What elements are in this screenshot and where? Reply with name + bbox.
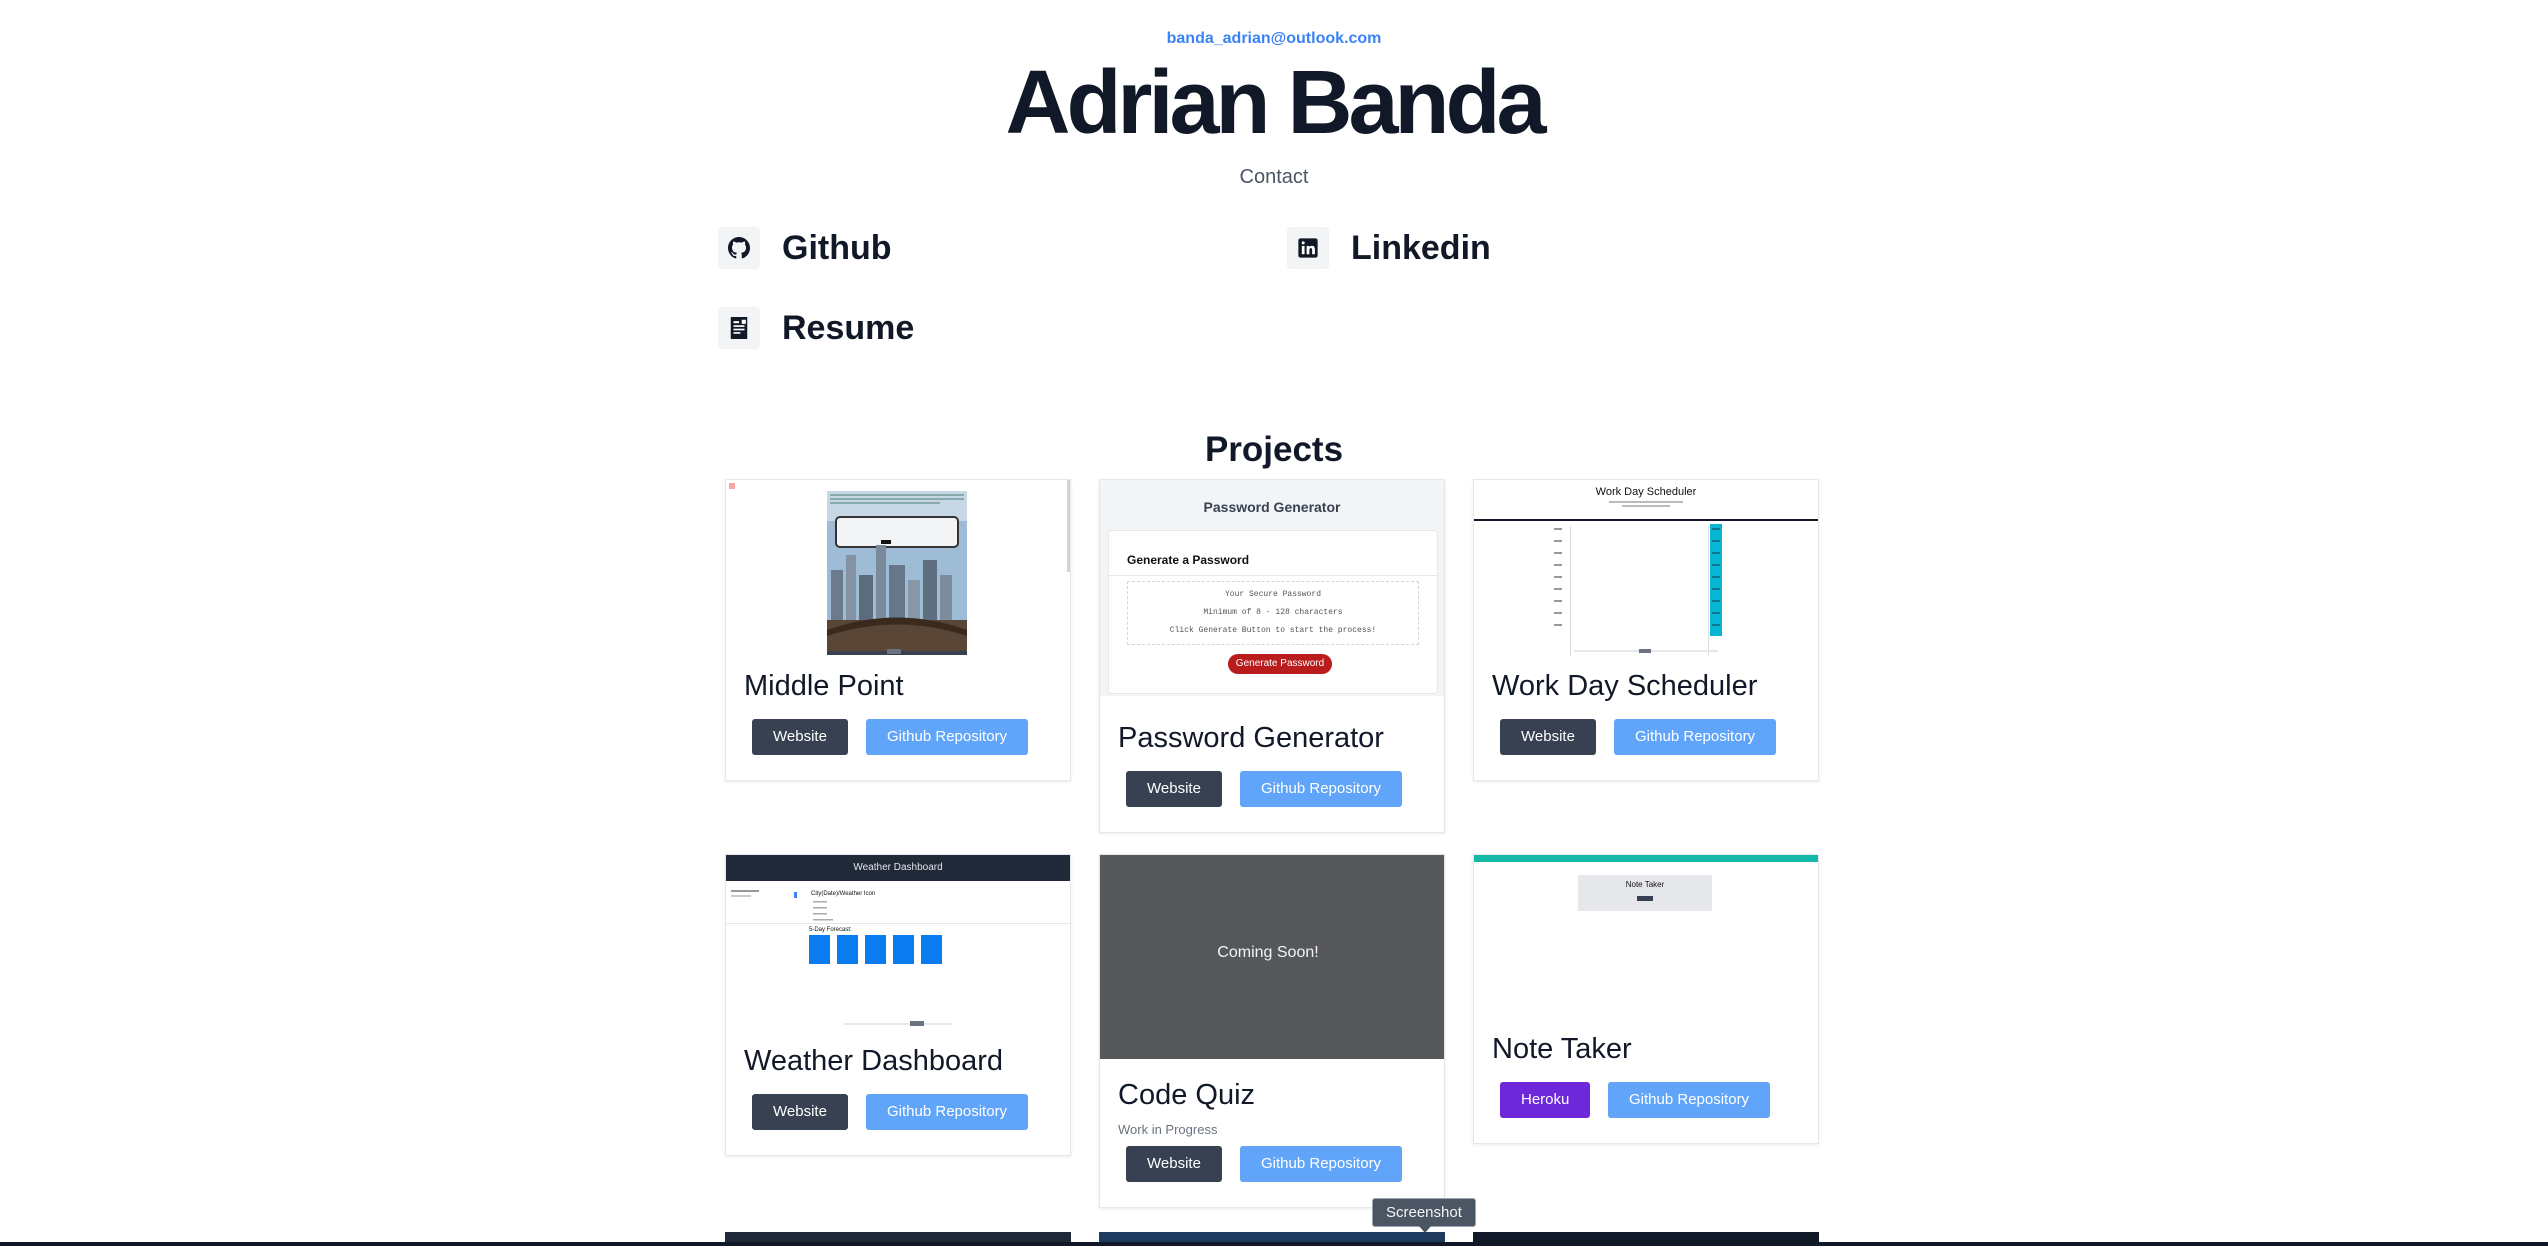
coming-soon-text: Coming Soon! <box>1217 944 1319 961</box>
preview-generate-button: Generate Password <box>1228 654 1332 674</box>
website-button[interactable]: Website <box>1500 719 1596 755</box>
resume-label: Resume <box>782 308 915 347</box>
contact-heading: Contact <box>1239 166 1309 188</box>
card-title: Middle Point <box>744 670 904 702</box>
project-card-code-quiz: Coming Soon! Code Quiz Work in Progress … <box>1099 854 1445 1208</box>
github-repository-button[interactable]: Github Repository <box>866 1094 1029 1130</box>
email-link[interactable]: banda_adrian@outlook.com <box>0 30 2548 48</box>
screenshot-tooltip: Screenshot <box>1372 1198 1476 1233</box>
preview-subheader: Generate a Password <box>1127 553 1250 567</box>
project-card-work-day-scheduler: Work Day Scheduler Work Day Scheduler We… <box>1473 479 1819 781</box>
heroku-button[interactable]: Heroku <box>1500 1082 1591 1118</box>
weather-dashboard-screenshot: Weather Dashboard City(Date)/Weather Ico… <box>726 855 1070 1033</box>
card-title: Weather Dashboard <box>744 1045 1004 1077</box>
note-taker-screenshot: Note Taker <box>1474 855 1818 1021</box>
resume-icon <box>718 307 760 349</box>
bottom-bar <box>0 1242 2548 1246</box>
projects-heading: Projects <box>1204 430 1344 469</box>
card-title: Note Taker <box>1492 1033 1632 1065</box>
preview-header: Password Generator <box>1203 499 1341 515</box>
github-icon <box>718 227 760 269</box>
preview-panel: Generate a Password Your Secure Password… <box>1108 530 1438 694</box>
code-quiz-placeholder: Coming Soon! <box>1100 855 1444 1059</box>
card-title: Code Quiz <box>1118 1079 1256 1111</box>
linkedin-label: Linkedin <box>1351 228 1491 267</box>
project-card-note-taker: Note Taker Note Taker Heroku Github Repo… <box>1473 854 1819 1144</box>
linkedin-link[interactable]: Linkedin <box>1287 227 1491 269</box>
resume-link[interactable]: Resume <box>718 307 914 349</box>
github-repository-button[interactable]: Github Repository <box>1240 771 1403 807</box>
page-title: Adrian Banda <box>1005 53 1546 153</box>
preview-password-box: Your Secure Password Minimum of 8 - 128 … <box>1127 581 1419 645</box>
website-button[interactable]: Website <box>752 719 848 755</box>
password-generator-screenshot: Password Generator Generate a Password Y… <box>1100 480 1444 696</box>
preview-header: Note Taker <box>1625 880 1665 889</box>
work-day-scheduler-screenshot: Work Day Scheduler <box>1474 480 1818 658</box>
github-repository-button[interactable]: Github Repository <box>866 719 1029 755</box>
card-title: Work Day Scheduler <box>1492 670 1758 702</box>
website-button[interactable]: Website <box>1126 771 1222 807</box>
project-card-password-generator: Password Generator Generate a Password Y… <box>1099 479 1445 833</box>
project-card-middle-point: Middle Point Website Github Repository <box>725 479 1071 781</box>
github-repository-button[interactable]: Github Repository <box>1608 1082 1771 1118</box>
github-repository-button[interactable]: Github Repository <box>1240 1146 1403 1182</box>
linkedin-icon <box>1287 227 1329 269</box>
work-in-progress-note: Work in Progress <box>1118 1122 1218 1137</box>
preview-jumbotron: Note Taker <box>1578 875 1712 911</box>
project-card-weather-dashboard: Weather Dashboard City(Date)/Weather Ico… <box>725 854 1071 1156</box>
middle-point-screenshot <box>726 480 1070 658</box>
github-link[interactable]: Github <box>718 227 892 269</box>
card-title: Password Generator <box>1118 722 1384 754</box>
website-button[interactable]: Website <box>752 1094 848 1130</box>
github-repository-button[interactable]: Github Repository <box>1614 719 1777 755</box>
website-button[interactable]: Website <box>1126 1146 1222 1182</box>
github-label: Github <box>782 228 892 267</box>
